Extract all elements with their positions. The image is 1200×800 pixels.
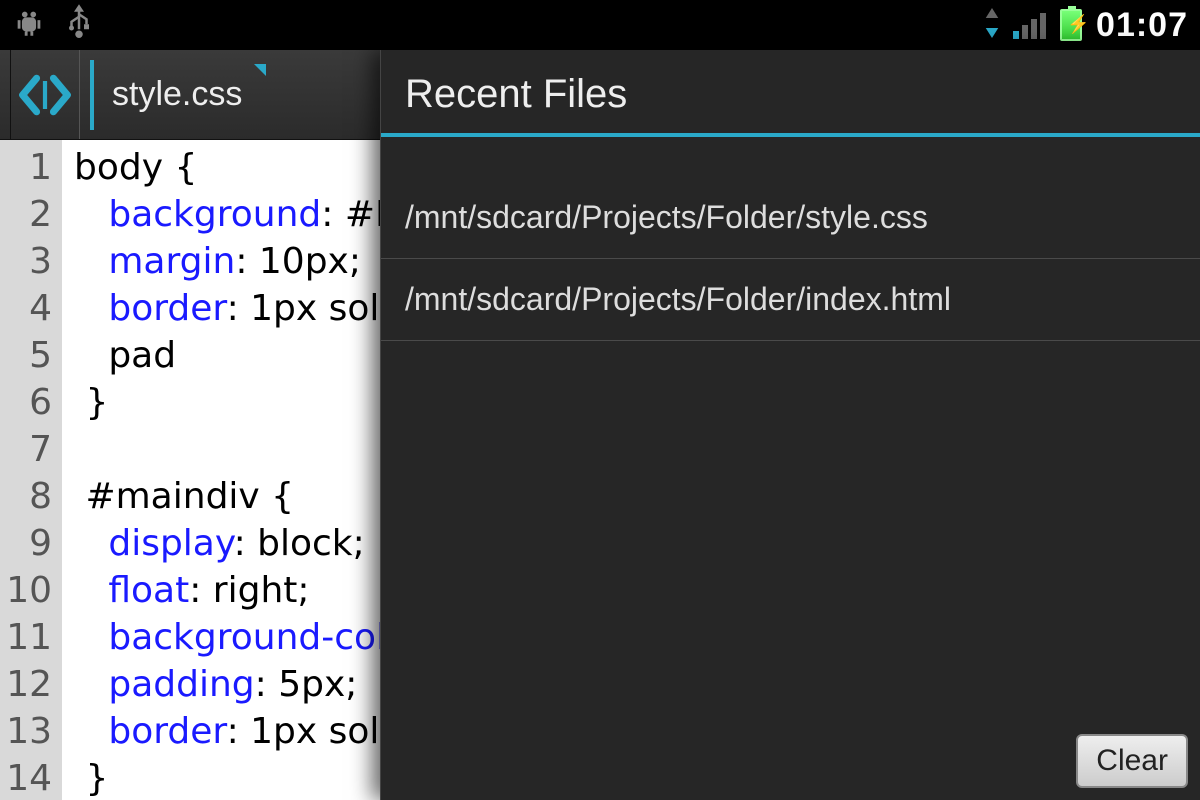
line-number: 9: [6, 520, 52, 567]
line-number-gutter: 1234567891011121314: [0, 140, 62, 800]
line-number: 10: [6, 567, 52, 614]
line-number: 11: [6, 614, 52, 661]
data-activity-icon: [985, 8, 999, 43]
line-number: 8: [6, 473, 52, 520]
line-number: 14: [6, 755, 52, 800]
line-number: 5: [6, 332, 52, 379]
usb-icon: [64, 4, 94, 47]
line-number: 13: [6, 708, 52, 755]
android-debug-icon: [12, 6, 46, 45]
tab-dropdown-icon: [254, 64, 266, 76]
android-status-bar: ⚡ 01:07: [0, 0, 1200, 50]
line-number: 2: [6, 191, 52, 238]
recent-file-item[interactable]: /mnt/sdcard/Projects/Folder/style.css: [381, 177, 1200, 259]
recent-files-list: /mnt/sdcard/Projects/Folder/style.css/mn…: [381, 177, 1200, 722]
app-logo-icon[interactable]: [10, 50, 80, 139]
line-number: 1: [6, 144, 52, 191]
line-number: 6: [6, 379, 52, 426]
signal-icon: [1013, 11, 1046, 39]
line-number: 4: [6, 285, 52, 332]
tab-current-file[interactable]: style.css: [90, 60, 260, 130]
line-number: 7: [6, 426, 52, 473]
battery-icon: ⚡: [1060, 9, 1082, 41]
clear-button[interactable]: Clear: [1076, 734, 1188, 788]
status-clock: 01:07: [1096, 6, 1188, 45]
line-number: 12: [6, 661, 52, 708]
tab-filename: style.css: [112, 75, 242, 114]
recent-files-panel: Recent Files /mnt/sdcard/Projects/Folder…: [380, 50, 1200, 800]
panel-title: Recent Files: [381, 50, 1200, 137]
line-number: 3: [6, 238, 52, 285]
recent-file-item[interactable]: /mnt/sdcard/Projects/Folder/index.html: [381, 259, 1200, 341]
